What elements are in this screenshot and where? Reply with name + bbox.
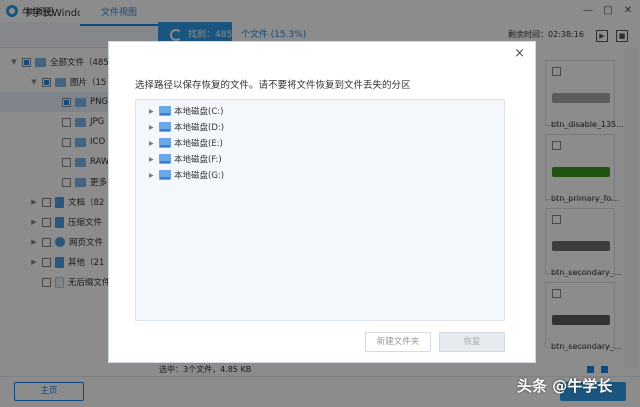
save-location-dialog: × 选择路径以保存恢复的文件。请不要将文件恢复到文件丢失的分区 ▶ 本地磁盘(C:…: [108, 41, 536, 363]
drive-label: 本地磁盘(F:): [174, 155, 222, 165]
drive-label: 本地磁盘(E:): [174, 139, 223, 149]
new-folder-button[interactable]: 新建文件夹: [365, 332, 431, 352]
drive-label: 本地磁盘(G:): [174, 171, 225, 181]
hard-drive-icon: [159, 106, 171, 116]
hard-drive-icon: [159, 170, 171, 180]
watermark: 头条 @牛学长: [517, 377, 613, 395]
drive-item[interactable]: ▶ 本地磁盘(E:): [149, 136, 223, 150]
drive-item[interactable]: ▶ 本地磁盘(D:): [149, 120, 224, 134]
drive-list: ▶ 本地磁盘(C:) ▶ 本地磁盘(D:) ▶ 本地磁盘(E:) ▶ 本地磁盘(F:) ▶ 本地磁…: [135, 99, 505, 321]
chevron-right-icon[interactable]: ▶: [149, 140, 159, 147]
drive-item[interactable]: ▶ 本地磁盘(G:): [149, 168, 224, 182]
hard-drive-icon: [159, 122, 171, 132]
drive-label: 本地磁盘(D:): [174, 123, 225, 133]
hard-drive-icon: [159, 154, 171, 164]
restore-button[interactable]: 恢复: [439, 332, 505, 352]
chevron-right-icon[interactable]: ▶: [149, 172, 159, 179]
dialog-title: 选择路径以保存恢复的文件。请不要将文件恢复到文件丢失的分区: [135, 80, 411, 91]
drive-item[interactable]: ▶ 本地磁盘(C:): [149, 104, 223, 118]
hard-drive-icon: [159, 138, 171, 148]
drive-item[interactable]: ▶ 本地磁盘(F:): [149, 152, 222, 166]
drive-label: 本地磁盘(C:): [174, 107, 224, 117]
chevron-right-icon[interactable]: ▶: [149, 108, 159, 115]
dialog-close-icon[interactable]: ×: [514, 46, 525, 61]
chevron-right-icon[interactable]: ▶: [149, 124, 159, 131]
chevron-right-icon[interactable]: ▶: [149, 156, 159, 163]
